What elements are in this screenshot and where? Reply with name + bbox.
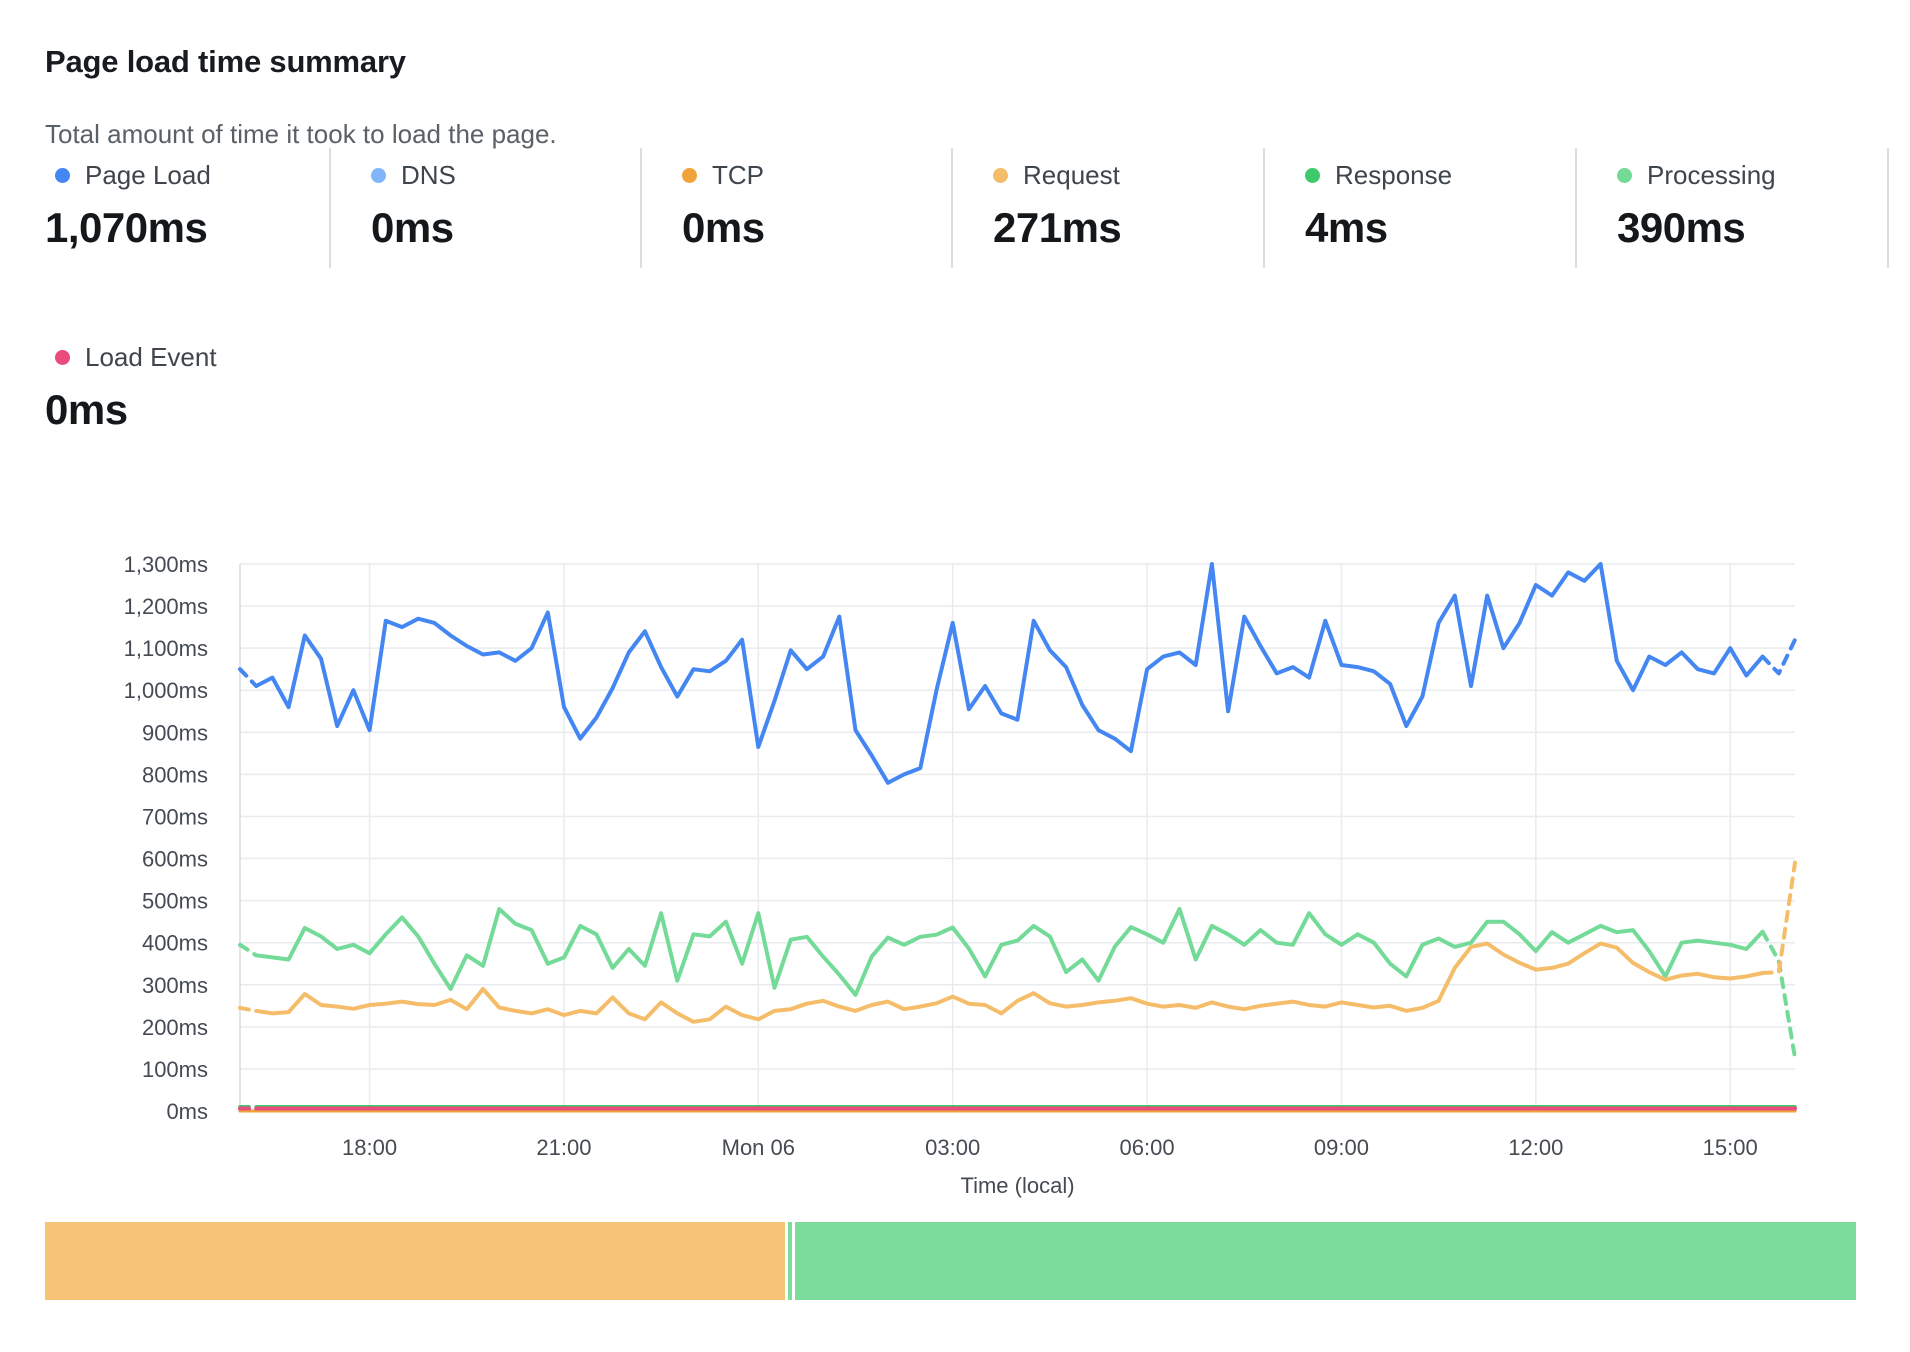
response-dot-icon [1305, 168, 1320, 183]
page-load-dot-icon [55, 168, 70, 183]
legend-value: 271ms [993, 204, 1263, 252]
timeline-distribution-bar [45, 1222, 1856, 1300]
bar-segment-orange-span [45, 1222, 785, 1300]
legend-dot-row: DNS [371, 160, 640, 190]
dns-dot-icon [371, 168, 386, 183]
legend-value: 4ms [1305, 204, 1575, 252]
legend-dot-row: Processing [1617, 160, 1887, 190]
y-tick-label: 500ms [142, 889, 208, 914]
x-tick-label: Mon 06 [722, 1135, 795, 1160]
x-tick-label: 06:00 [1120, 1135, 1175, 1160]
series-processing-dashed [1763, 932, 1795, 1058]
series-request-dashed [1763, 863, 1795, 973]
legend-label: TCP [712, 160, 764, 190]
series-processing-dashed [240, 945, 256, 956]
page-load-summary-panel: Page load time summary Total amount of t… [0, 0, 1910, 1352]
y-tick-label: 600ms [142, 847, 208, 872]
x-tick-label: 15:00 [1703, 1135, 1758, 1160]
legend-item-page-load: Page Load 1,070ms [45, 148, 331, 268]
legend-label: Request [1023, 160, 1120, 190]
legend-item-dns: DNS 0ms [331, 148, 642, 268]
legend-dot-row: Request [993, 160, 1263, 190]
y-tick-label: 200ms [142, 1015, 208, 1040]
y-tick-label: 800ms [142, 762, 208, 787]
legend-item-request: Request 271ms [953, 148, 1265, 268]
y-tick-label: 100ms [142, 1057, 208, 1082]
legend-row-1: Page Load 1,070ms DNS 0ms TCP 0ms Reques… [45, 148, 1889, 268]
legend-dot-row: Page Load [45, 160, 329, 190]
y-tick-label: 1,200ms [124, 594, 208, 619]
y-tick-label: 1,100ms [124, 636, 208, 661]
legend-value: 0ms [371, 204, 640, 252]
legend-row-2: Load Event 0ms [45, 330, 331, 450]
x-tick-label: 09:00 [1314, 1135, 1369, 1160]
bar-segment-green-span [795, 1222, 1856, 1300]
series-processing [256, 909, 1762, 995]
series-page-load [256, 564, 1762, 783]
legend-label: DNS [401, 160, 456, 190]
page-title: Page load time summary [45, 44, 406, 80]
legend-value: 390ms [1617, 204, 1887, 252]
x-tick-label: 03:00 [925, 1135, 980, 1160]
series-page-load-dashed [240, 669, 256, 686]
load-event-dot-icon [55, 350, 70, 365]
y-tick-label: 1,000ms [124, 678, 208, 703]
bar-segment-green-sliver [788, 1222, 792, 1300]
legend-value: 1,070ms [45, 204, 329, 252]
legend-dot-row: TCP [682, 160, 951, 190]
legend-item-tcp: TCP 0ms [642, 148, 953, 268]
x-tick-label: 18:00 [342, 1135, 397, 1160]
y-tick-label: 1,300ms [124, 552, 208, 577]
x-axis-title: Time (local) [960, 1173, 1074, 1198]
legend-value: 0ms [682, 204, 951, 252]
y-tick-label: 700ms [142, 804, 208, 829]
x-tick-label: 12:00 [1508, 1135, 1563, 1160]
legend-dot-row: Response [1305, 160, 1575, 190]
y-tick-label: 300ms [142, 973, 208, 998]
y-tick-label: 400ms [142, 931, 208, 956]
legend-label: Response [1335, 160, 1452, 190]
legend-item-response: Response 4ms [1265, 148, 1577, 268]
y-tick-label: 0ms [166, 1099, 208, 1124]
legend-dot-row: Load Event [45, 342, 331, 372]
legend-label: Load Event [85, 342, 217, 372]
legend-item-processing: Processing 390ms [1577, 148, 1889, 268]
series-request [256, 944, 1762, 1022]
request-dot-icon [993, 168, 1008, 183]
processing-dot-icon [1617, 168, 1632, 183]
legend-item-load-event: Load Event 0ms [45, 330, 331, 450]
legend-label: Page Load [85, 160, 211, 190]
tcp-dot-icon [682, 168, 697, 183]
x-tick-label: 21:00 [536, 1135, 591, 1160]
page-subtitle: Total amount of time it took to load the… [45, 119, 557, 150]
legend-label: Processing [1647, 160, 1776, 190]
series-request-dashed [240, 1008, 256, 1011]
series-page-load-dashed [1763, 640, 1795, 674]
legend-value: 0ms [45, 386, 331, 434]
y-tick-label: 900ms [142, 720, 208, 745]
